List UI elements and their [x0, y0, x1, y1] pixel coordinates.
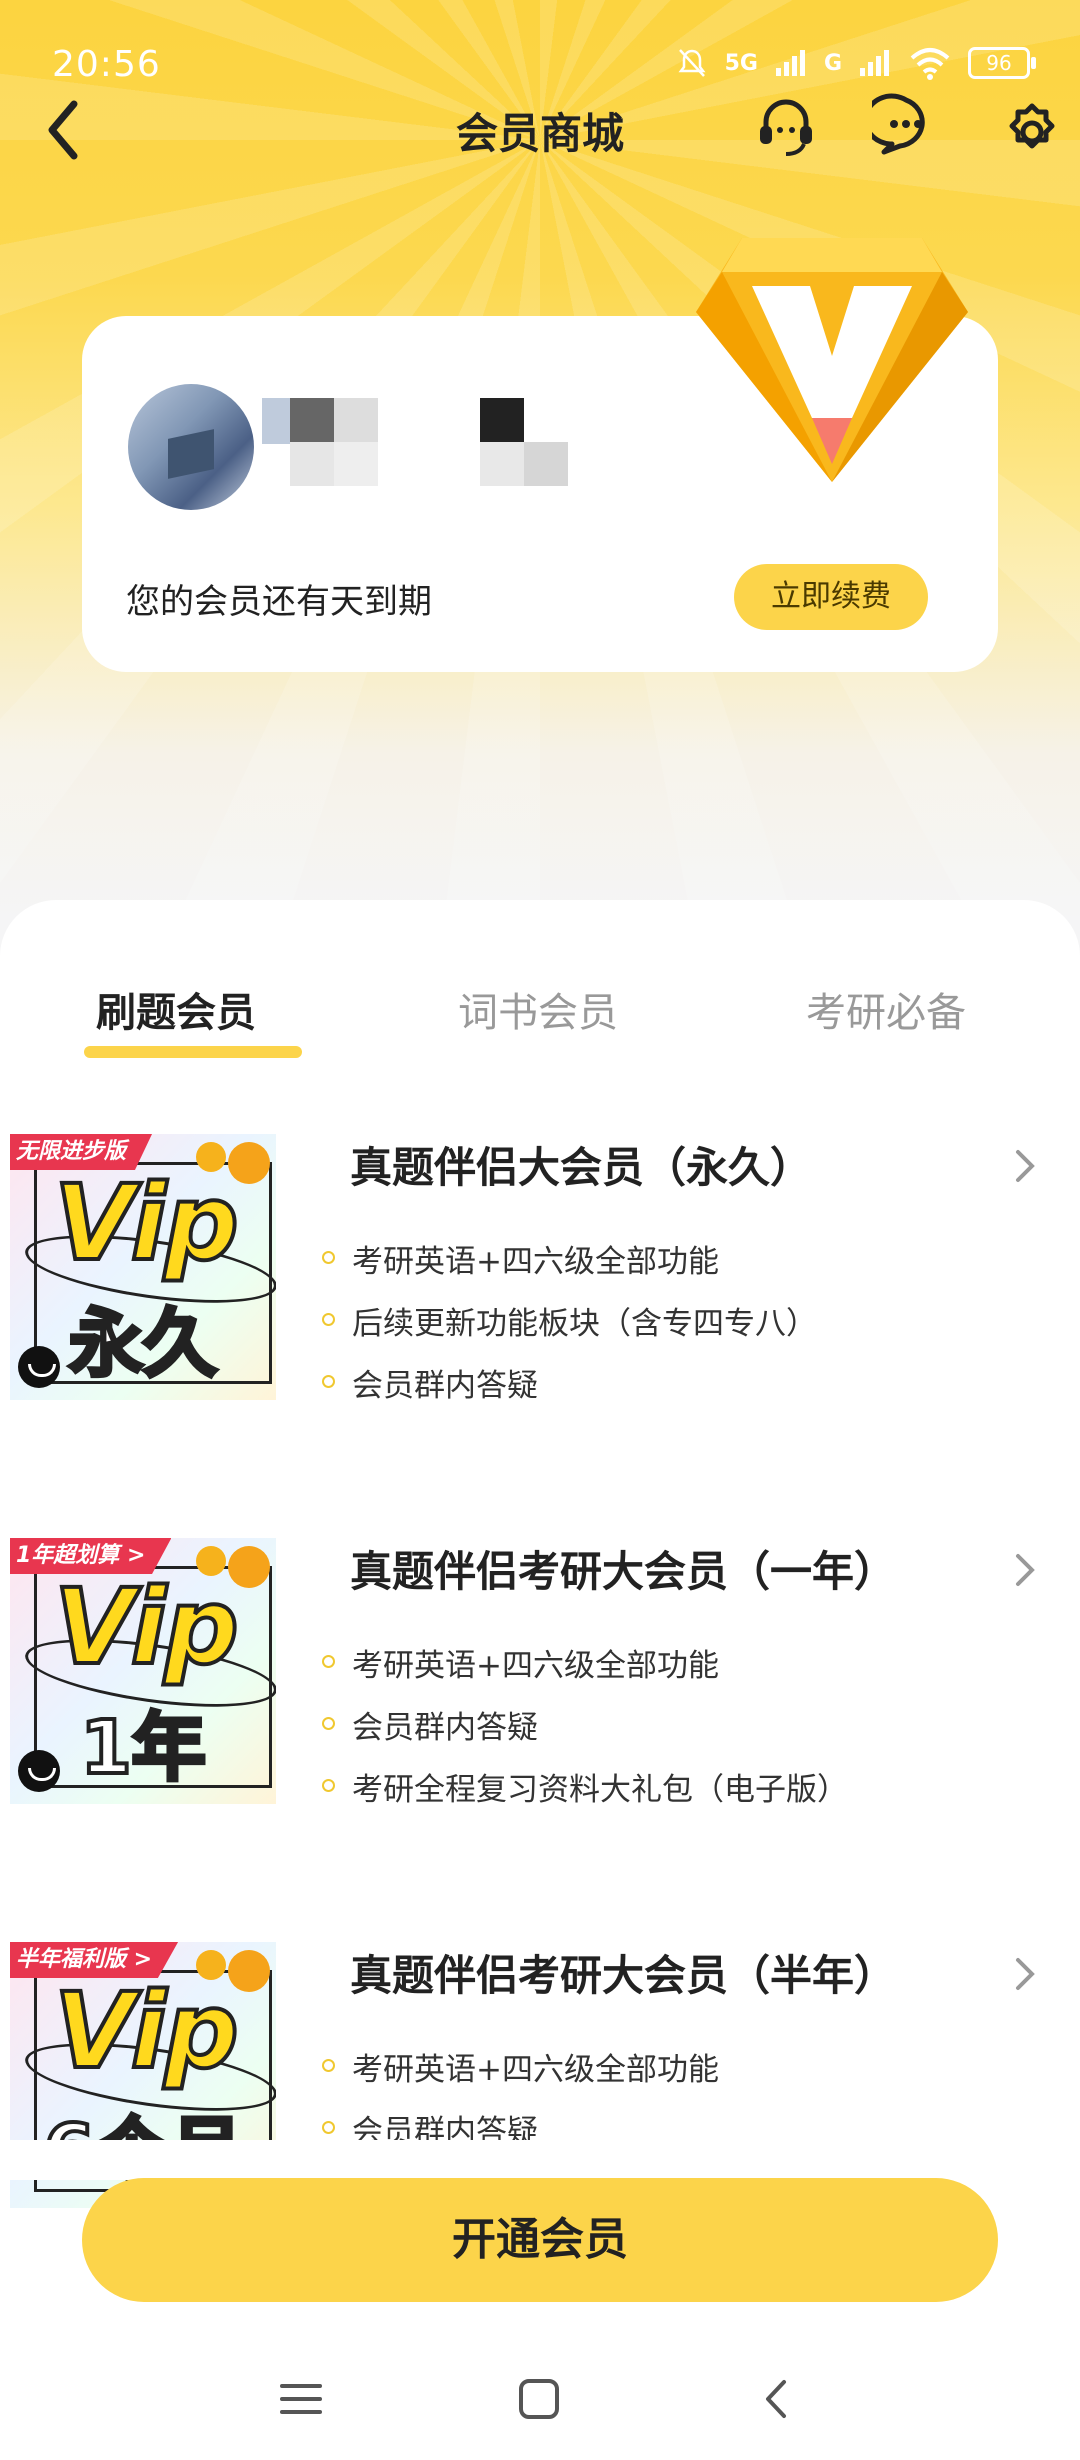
renew-button[interactable]: 立即续费 — [734, 564, 928, 630]
emoji-icon — [228, 1142, 270, 1184]
emoji-icon — [196, 1950, 226, 1980]
signal-icon — [775, 50, 805, 76]
signal-icon — [860, 50, 889, 76]
product-feature: 会员群内答疑 — [322, 1360, 538, 1405]
chevron-right-icon[interactable] — [1010, 1954, 1040, 1994]
list-cutoff — [0, 2140, 1080, 2180]
settings-icon[interactable] — [998, 92, 1066, 160]
battery-indicator: 96 — [968, 47, 1036, 79]
wifi-icon — [910, 48, 950, 80]
product-title: 真题伴侣考研大会员（一年） — [350, 1547, 897, 1596]
menu-icon[interactable] — [276, 2374, 326, 2424]
back-nav-icon[interactable] — [752, 2374, 802, 2424]
mute-icon — [678, 49, 706, 77]
customer-service-icon[interactable] — [752, 92, 820, 160]
membership-expiry-text: 您的会员还有天到期 — [126, 582, 432, 622]
product-title: 真题伴侣大会员（永久） — [350, 1143, 813, 1192]
tab-quiz-membership[interactable]: 刷题会员 — [96, 980, 256, 1038]
vip-diamond-icon — [696, 238, 968, 482]
product-feature: 考研全程复习资料大礼包（电子版） — [322, 1764, 848, 1809]
smiley-icon — [18, 1346, 60, 1388]
signal-g-label: G — [823, 50, 842, 76]
system-navigation-bar — [0, 2330, 1080, 2460]
emoji-icon — [196, 1546, 226, 1576]
product-title: 真题伴侣考研大会员（半年） — [350, 1951, 897, 2000]
activate-membership-button[interactable]: 开通会员 — [82, 2178, 998, 2302]
avatar[interactable] — [128, 384, 254, 510]
thumb-badge: 1年超划算 > — [10, 1538, 172, 1574]
emoji-icon — [196, 1142, 226, 1172]
product-item[interactable]: Vip 永久 无限进步版 真题伴侣大会员（永久） 考研英语+四六级全部功能 后续… — [0, 1104, 1080, 1404]
active-tab-indicator — [84, 1046, 302, 1058]
home-icon[interactable] — [514, 2374, 564, 2424]
thumb-vip-text: Vip — [52, 1160, 241, 1286]
top-navigation-bar: 会员商城 — [0, 86, 1080, 206]
tab-vocab-membership[interactable]: 词书会员 — [458, 980, 618, 1038]
product-thumbnail: Vip 1年 1年超划算 > — [10, 1538, 276, 1804]
product-feature: 后续更新功能板块（含专四专八） — [322, 1298, 817, 1343]
tab-exam-essentials[interactable]: 考研必备 — [806, 980, 966, 1038]
product-feature: 考研英语+四六级全部功能 — [322, 2044, 719, 2089]
product-thumbnail: Vip 永久 无限进步版 — [10, 1134, 276, 1400]
thumb-vip-text: Vip — [52, 1968, 241, 2094]
status-bar: 20:56 5G G 96 — [0, 0, 1080, 85]
status-time: 20:56 — [52, 44, 161, 85]
signal-5g-label: 5G — [724, 50, 758, 76]
message-icon[interactable] — [872, 92, 940, 160]
emoji-icon — [228, 1546, 270, 1588]
thumb-badge: 无限进步版 — [10, 1134, 153, 1170]
emoji-icon — [228, 1950, 270, 1992]
product-feature: 考研英语+四六级全部功能 — [322, 1236, 719, 1281]
thumb-badge: 半年福利版 > — [10, 1942, 179, 1978]
product-feature: 会员群内答疑 — [322, 1702, 538, 1747]
status-icons: 5G G 96 — [675, 46, 1036, 80]
thumb-vip-text: Vip — [52, 1564, 241, 1690]
username-pixelated — [242, 398, 572, 490]
product-feature: 考研英语+四六级全部功能 — [322, 1640, 719, 1685]
chevron-right-icon[interactable] — [1010, 1550, 1040, 1590]
product-item[interactable]: Vip 1年 1年超划算 > 真题伴侣考研大会员（一年） 考研英语+四六级全部功… — [0, 1508, 1080, 1808]
smiley-icon — [18, 1750, 60, 1792]
chevron-right-icon[interactable] — [1010, 1146, 1040, 1186]
